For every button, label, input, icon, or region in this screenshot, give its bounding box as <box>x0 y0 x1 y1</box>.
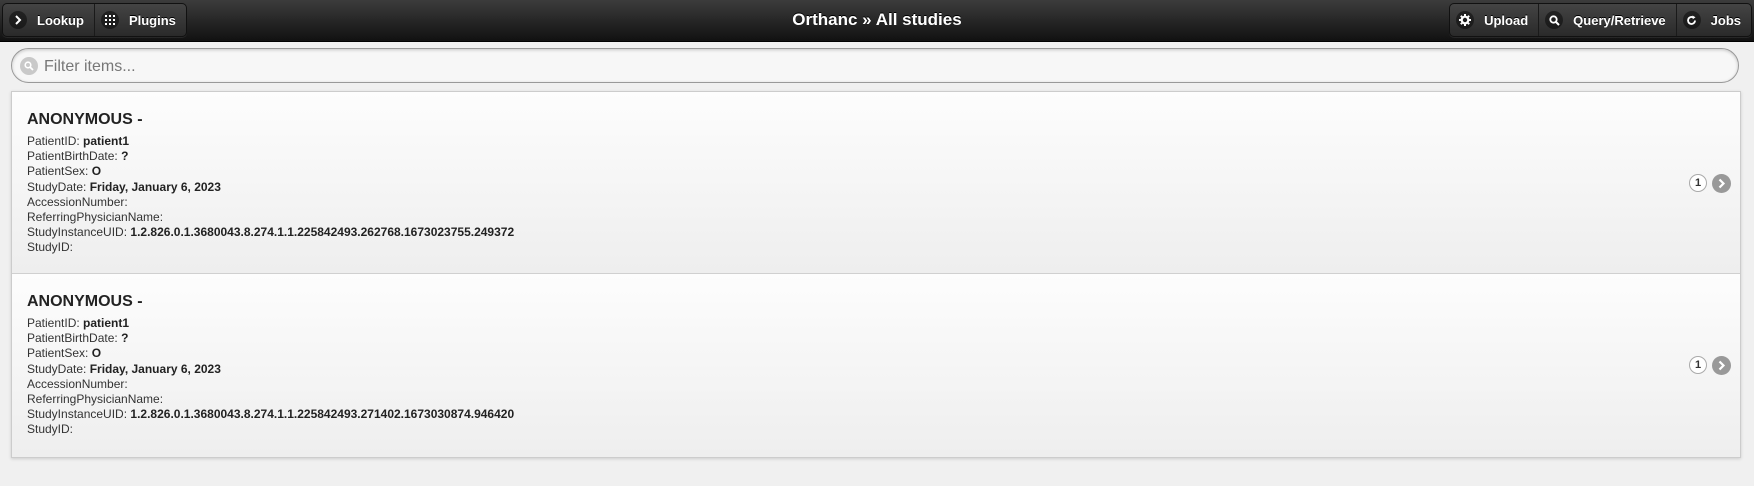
query-retrieve-button[interactable]: Query/Retrieve <box>1539 4 1677 36</box>
study-date-row: StudyDate: Friday, January 6, 2023 <box>27 180 514 195</box>
study-fields: PatientID: patient1 PatientBirthDate: ? … <box>27 134 514 256</box>
study-uid-value: 1.2.826.0.1.3680043.8.274.1.1.225842493.… <box>130 407 515 422</box>
upload-label: Upload <box>1484 12 1529 28</box>
referring-label: ReferringPhysicianName: <box>27 392 164 407</box>
birth-date-value: ? <box>121 331 129 346</box>
plugins-button[interactable]: Plugins <box>95 4 186 36</box>
birth-date-label: PatientBirthDate: <box>27 149 118 164</box>
chevron-right-icon[interactable] <box>1712 174 1731 193</box>
referring-row: ReferringPhysicianName: <box>27 392 514 407</box>
query-retrieve-label: Query/Retrieve <box>1573 12 1666 28</box>
plugins-label: Plugins <box>128 12 176 28</box>
sex-row: PatientSex: O <box>27 164 514 179</box>
patient-id-row: PatientID: patient1 <box>27 134 514 149</box>
series-count-badge: 1 <box>1689 356 1707 374</box>
study-uid-label: StudyInstanceUID: <box>27 225 128 240</box>
studies-list: ANONYMOUS - PatientID: patient1 PatientB… <box>11 91 1741 458</box>
jobs-button[interactable]: Jobs <box>1677 4 1751 36</box>
study-list-item[interactable]: ANONYMOUS - PatientID: patient1 PatientB… <box>12 274 1740 457</box>
chevron-right-icon[interactable] <box>1712 356 1731 375</box>
study-uid-label: StudyInstanceUID: <box>27 407 128 422</box>
sex-label: PatientSex: <box>27 346 89 361</box>
chevron-right-icon <box>9 11 27 29</box>
upload-button[interactable]: Upload <box>1450 4 1540 36</box>
filter-box <box>11 48 1739 84</box>
study-id-row: StudyID: <box>27 422 514 437</box>
patient-name: ANONYMOUS - <box>27 111 143 128</box>
study-list-item[interactable]: ANONYMOUS - PatientID: patient1 PatientB… <box>12 92 1740 274</box>
patient-id-label: PatientID: <box>27 316 80 330</box>
top-toolbar: Orthanc » All studies Lookup Plugins Upl… <box>0 0 1754 42</box>
left-button-group: Lookup Plugins <box>2 3 187 37</box>
study-date-value: Friday, January 6, 2023 <box>89 361 221 376</box>
lookup-label: Lookup <box>37 12 84 28</box>
patient-id-label: PatientID: <box>27 134 80 148</box>
study-id-label: StudyID: <box>27 240 74 255</box>
jobs-label: Jobs <box>1710 12 1741 28</box>
patient-id-value: patient1 <box>83 134 130 148</box>
study-uid-row: StudyInstanceUID: 1.2.826.0.1.3680043.8.… <box>27 225 514 240</box>
birth-date-label: PatientBirthDate: <box>27 331 118 346</box>
patient-name: ANONYMOUS - <box>27 293 143 310</box>
patient-id-row: PatientID: patient1 <box>27 316 514 331</box>
accession-row: AccessionNumber: <box>27 195 514 210</box>
search-icon <box>1545 11 1564 29</box>
birth-date-row: PatientBirthDate: ? <box>27 331 514 346</box>
lookup-button[interactable]: Lookup <box>3 4 95 36</box>
birth-date-value: ? <box>121 149 129 164</box>
study-date-label: StudyDate: <box>27 179 87 194</box>
filter-input[interactable] <box>42 49 1726 84</box>
refresh-icon <box>1682 11 1701 29</box>
study-fields: PatientID: patient1 PatientBirthDate: ? … <box>27 316 514 438</box>
sex-value: O <box>91 346 102 361</box>
sex-value: O <box>91 164 102 179</box>
series-count-badge: 1 <box>1689 174 1707 192</box>
referring-row: ReferringPhysicianName: <box>27 210 514 225</box>
study-id-row: StudyID: <box>27 240 514 255</box>
study-id-label: StudyID: <box>27 422 74 437</box>
grid-icon <box>100 11 119 29</box>
accession-label: AccessionNumber: <box>27 376 128 391</box>
study-date-value: Friday, January 6, 2023 <box>89 179 221 194</box>
study-uid-value: 1.2.826.0.1.3680043.8.274.1.1.225842493.… <box>130 225 515 240</box>
patient-id-value: patient1 <box>83 316 130 330</box>
study-date-label: StudyDate: <box>27 361 87 376</box>
accession-row: AccessionNumber: <box>27 377 514 392</box>
gear-icon <box>1456 11 1475 29</box>
referring-label: ReferringPhysicianName: <box>27 210 164 225</box>
sex-row: PatientSex: O <box>27 346 514 361</box>
sex-label: PatientSex: <box>27 164 89 179</box>
study-date-row: StudyDate: Friday, January 6, 2023 <box>27 362 514 377</box>
right-button-group: Upload Query/Retrieve Jobs <box>1449 3 1752 37</box>
study-uid-row: StudyInstanceUID: 1.2.826.0.1.3680043.8.… <box>27 407 514 422</box>
search-icon <box>20 57 38 75</box>
accession-label: AccessionNumber: <box>27 194 128 209</box>
birth-date-row: PatientBirthDate: ? <box>27 149 514 164</box>
